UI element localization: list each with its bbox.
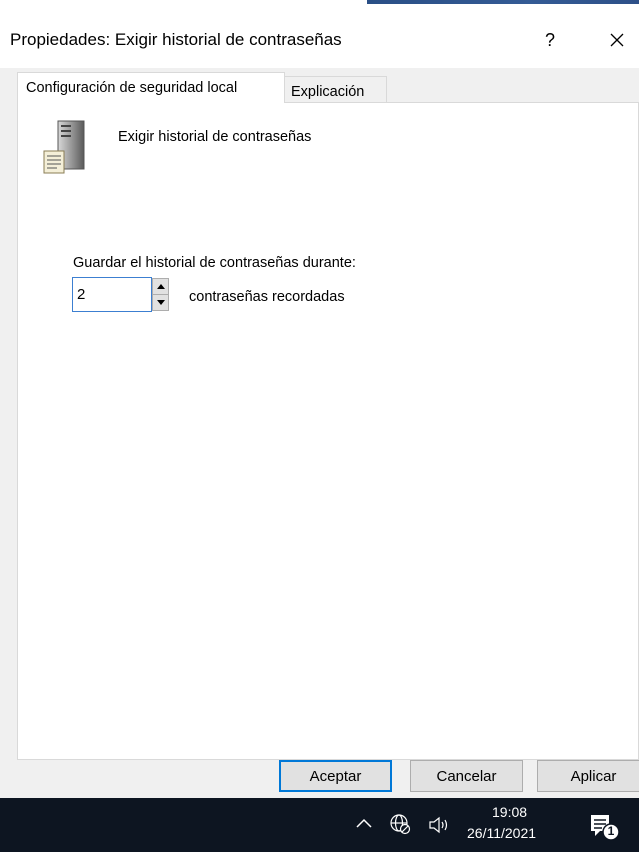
- history-suffix: contraseñas recordadas: [189, 289, 345, 305]
- password-history-stepper[interactable]: [72, 277, 179, 312]
- volume-icon[interactable]: [428, 816, 452, 834]
- window-title: Propiedades: Exigir historial de contras…: [10, 30, 342, 49]
- apply-button[interactable]: Aplicar: [537, 760, 639, 792]
- title-bar: Propiedades: Exigir historial de contras…: [0, 0, 639, 68]
- caret-down-icon: [156, 300, 165, 305]
- chevron-up-icon[interactable]: [356, 818, 372, 828]
- tab-panel: Exigir historial de contraseñas Guardar …: [17, 102, 639, 760]
- taskbar: 19:08 26/11/2021 1: [0, 798, 639, 852]
- server-policy-icon: [43, 120, 85, 174]
- close-button[interactable]: [594, 22, 639, 58]
- help-glyph: ?: [544, 29, 555, 50]
- history-label: Guardar el historial de contraseñas dura…: [73, 255, 356, 271]
- spin-up-button[interactable]: [152, 278, 169, 295]
- spin-buttons: [152, 278, 169, 311]
- tab-local-security-setting[interactable]: Configuración de seguridad local: [17, 72, 285, 103]
- caret-up-icon: [156, 284, 165, 289]
- tab-explanation[interactable]: Explicación: [285, 76, 387, 103]
- close-icon: [610, 33, 624, 47]
- notification-count: 1: [607, 824, 615, 838]
- policy-name: Exigir historial de contraseñas: [118, 129, 312, 145]
- clock-time[interactable]: 19:08: [492, 804, 527, 820]
- notification-icon[interactable]: [587, 812, 623, 842]
- clock-date[interactable]: 26/11/2021: [467, 825, 536, 841]
- help-button[interactable]: ?: [527, 22, 573, 58]
- ok-button[interactable]: Aceptar: [279, 760, 392, 792]
- window-accent: [367, 0, 639, 4]
- dialog-body: Configuración de seguridad local Explica…: [0, 68, 639, 798]
- tab-label: Explicación: [291, 84, 365, 100]
- spin-down-button[interactable]: [152, 295, 169, 311]
- password-history-input[interactable]: [72, 277, 152, 312]
- cancel-button[interactable]: Cancelar: [410, 760, 523, 792]
- network-icon[interactable]: [389, 813, 411, 835]
- tab-label: Configuración de seguridad local: [26, 80, 238, 96]
